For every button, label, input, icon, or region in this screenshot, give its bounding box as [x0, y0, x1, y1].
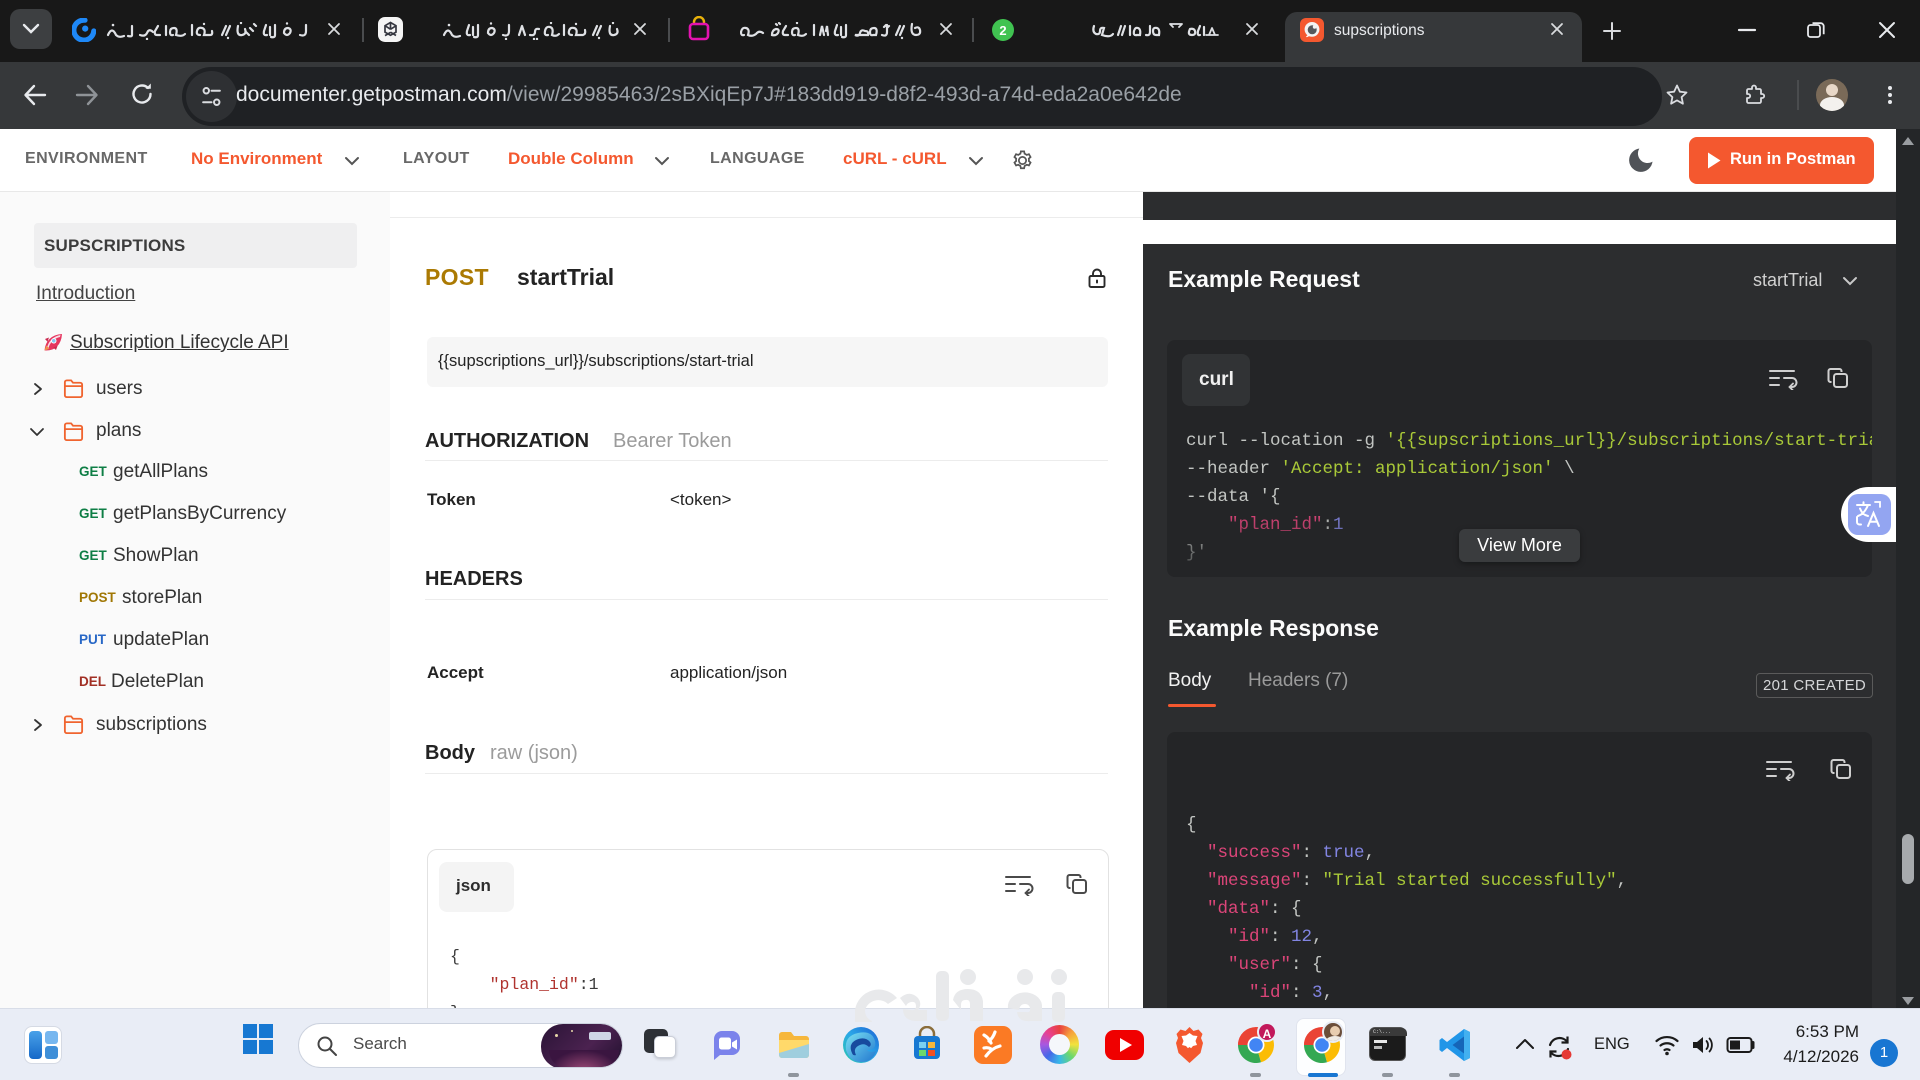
svg-text:2: 2	[999, 23, 1006, 38]
